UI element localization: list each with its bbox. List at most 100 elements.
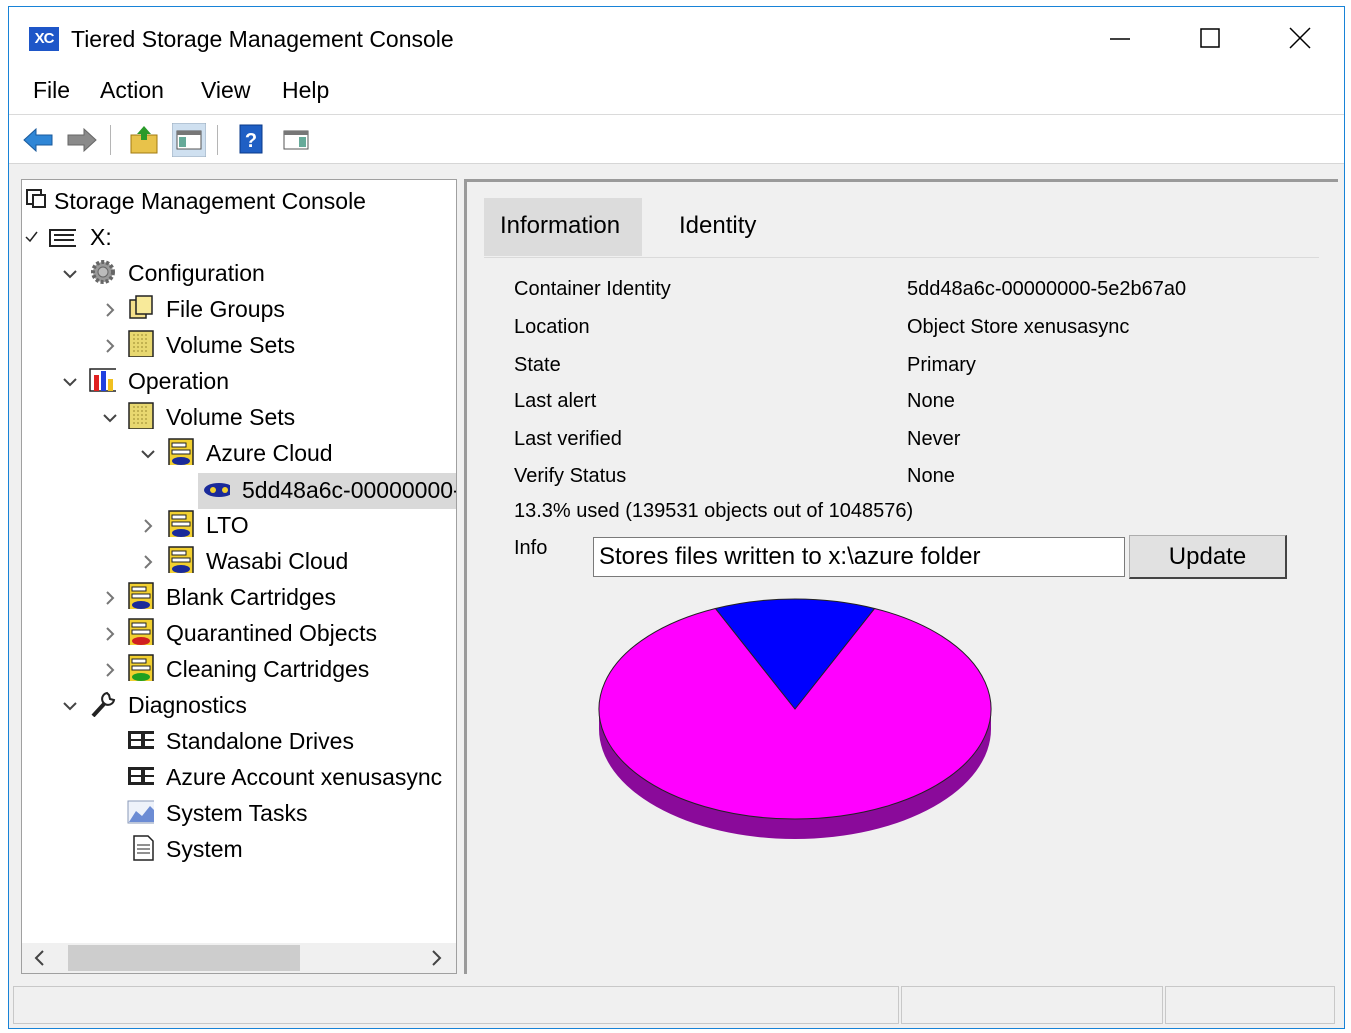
cartridge-stack-icon xyxy=(168,510,194,537)
cartridge-icon xyxy=(204,483,230,497)
details-pane: Information Identity Container Identity … xyxy=(464,179,1338,974)
tree-label: System Tasks xyxy=(166,800,308,826)
container-identity-label: Container Identity xyxy=(514,278,671,300)
location-label: Location xyxy=(514,316,590,338)
file-groups-icon xyxy=(129,295,153,319)
horizontal-scrollbar[interactable] xyxy=(22,943,456,973)
toolbar-separator xyxy=(110,125,111,155)
scroll-right-icon[interactable] xyxy=(426,948,446,968)
close-icon xyxy=(1289,27,1311,49)
location-value: Object Store xenusasync xyxy=(907,316,1130,338)
toolbar-separator xyxy=(217,125,218,155)
tab-information[interactable]: Information xyxy=(484,198,642,256)
chevron-right-icon[interactable] xyxy=(140,554,156,570)
close-button[interactable] xyxy=(1280,21,1320,57)
chevron-down-icon[interactable] xyxy=(62,698,78,714)
volume-sets-icon xyxy=(128,330,154,357)
menu-action[interactable]: Action xyxy=(100,77,164,104)
state-value: Primary xyxy=(907,354,976,376)
status-cell-3 xyxy=(1165,986,1335,1024)
container-identity-value: 5dd48a6c-00000000-5e2b67a0 xyxy=(907,278,1187,300)
tree-label: Azure Account xenusasync xyxy=(166,764,443,790)
tree-label: Diagnostics xyxy=(128,692,247,718)
tree-label: Azure Cloud xyxy=(206,440,333,466)
tree-label: Storage Management Console xyxy=(54,188,366,214)
up-folder-icon xyxy=(130,126,158,154)
tree-label: Standalone Drives xyxy=(166,728,354,754)
document-icon xyxy=(133,835,154,861)
last-verified-label: Last verified xyxy=(514,428,622,450)
help-button[interactable]: ? xyxy=(234,123,268,157)
status-bar xyxy=(9,982,1344,1028)
cartridge-stack-icon xyxy=(168,438,194,465)
chevron-down-icon[interactable] xyxy=(140,446,156,462)
show-hide-tree-button[interactable] xyxy=(171,122,207,158)
check-icon xyxy=(25,231,38,243)
status-cell-2 xyxy=(901,986,1163,1024)
action-pane-button[interactable] xyxy=(279,123,313,157)
gear-icon xyxy=(91,260,115,284)
tree-label: Operation xyxy=(128,368,230,394)
scroll-left-icon[interactable] xyxy=(30,948,50,968)
cartridge-stack-icon xyxy=(168,546,194,573)
back-button[interactable] xyxy=(21,123,55,157)
action-pane-icon xyxy=(283,130,309,150)
maximize-icon xyxy=(1200,28,1220,48)
console-icon xyxy=(26,189,46,208)
toolbar: ? xyxy=(9,115,1344,164)
tab-identity[interactable]: Identity xyxy=(663,198,803,256)
info-input[interactable] xyxy=(593,537,1125,577)
app-window: XC Tiered Storage Management Console Fil… xyxy=(8,6,1345,1029)
usage-pie-chart xyxy=(598,598,992,839)
help-icon: ? xyxy=(239,124,263,154)
menu-file[interactable]: File xyxy=(33,77,70,104)
title-bar: XC Tiered Storage Management Console xyxy=(9,7,1344,67)
wrench-icon xyxy=(91,691,116,717)
last-alert-label: Last alert xyxy=(514,390,597,412)
back-icon xyxy=(23,127,53,153)
menu-help[interactable]: Help xyxy=(282,77,329,104)
update-button[interactable]: Update xyxy=(1129,535,1287,579)
tree-label: Volume Sets xyxy=(166,332,296,358)
tab-divider xyxy=(484,257,1319,258)
chevron-down-icon[interactable] xyxy=(62,374,78,390)
system-tasks-icon xyxy=(127,800,154,824)
maximize-button[interactable] xyxy=(1190,21,1230,57)
tree-label: 5dd48a6c-00000000- xyxy=(242,477,457,503)
scrollbar-thumb[interactable] xyxy=(68,945,300,971)
tree-label: Wasabi Cloud xyxy=(206,548,349,574)
tree-label: Cleaning Cartridges xyxy=(166,656,370,682)
tree-label: LTO xyxy=(206,512,249,538)
up-folder-button[interactable] xyxy=(127,123,161,157)
svg-text:?: ? xyxy=(245,130,257,152)
verify-status-label: Verify Status xyxy=(514,465,627,487)
forward-icon xyxy=(67,127,97,153)
tree-label: Volume Sets xyxy=(166,404,296,430)
tree-label: Blank Cartridges xyxy=(166,584,337,610)
chevron-right-icon[interactable] xyxy=(102,590,118,606)
drives-icon xyxy=(128,767,154,785)
forward-button[interactable] xyxy=(65,123,99,157)
tree-label: Configuration xyxy=(128,260,265,286)
menu-view[interactable]: View xyxy=(201,77,250,104)
chevron-right-icon[interactable] xyxy=(102,338,118,354)
chevron-right-icon[interactable] xyxy=(102,626,118,642)
window-title: Tiered Storage Management Console xyxy=(71,26,454,52)
verify-status-value: None xyxy=(907,465,955,487)
blank-cartridge-icon xyxy=(128,582,154,609)
chevron-right-icon[interactable] xyxy=(102,662,118,678)
navigation-tree: Storage Management Console X: Configurat… xyxy=(21,179,457,974)
volume-sets-icon xyxy=(128,402,154,429)
operation-chart-icon xyxy=(89,368,116,392)
chevron-right-icon[interactable] xyxy=(102,302,118,318)
tree-label: System xyxy=(166,836,243,862)
chevron-right-icon[interactable] xyxy=(140,518,156,534)
minimize-button[interactable] xyxy=(1100,21,1140,57)
chevron-down-icon[interactable] xyxy=(102,410,118,426)
tree-label: Quarantined Objects xyxy=(166,620,377,646)
app-logo-icon: XC xyxy=(29,27,59,51)
info-label: Info xyxy=(514,537,548,559)
tree-label: X: xyxy=(90,224,112,250)
chevron-down-icon[interactable] xyxy=(62,266,78,282)
state-label: State xyxy=(514,354,561,376)
